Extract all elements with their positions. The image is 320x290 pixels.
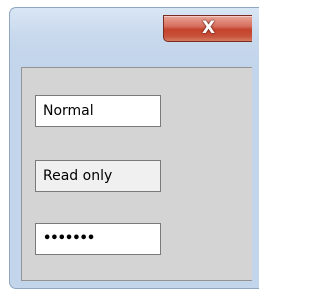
close-button[interactable]: X	[163, 15, 252, 42]
close-icon: X	[201, 18, 216, 38]
dialog-window: X Normal Read only •••••••	[0, 0, 259, 290]
normal-textbox[interactable]: Normal	[35, 95, 161, 127]
readonly-textbox[interactable]: Read only	[35, 160, 161, 192]
password-field[interactable]: •••••••	[35, 223, 161, 255]
